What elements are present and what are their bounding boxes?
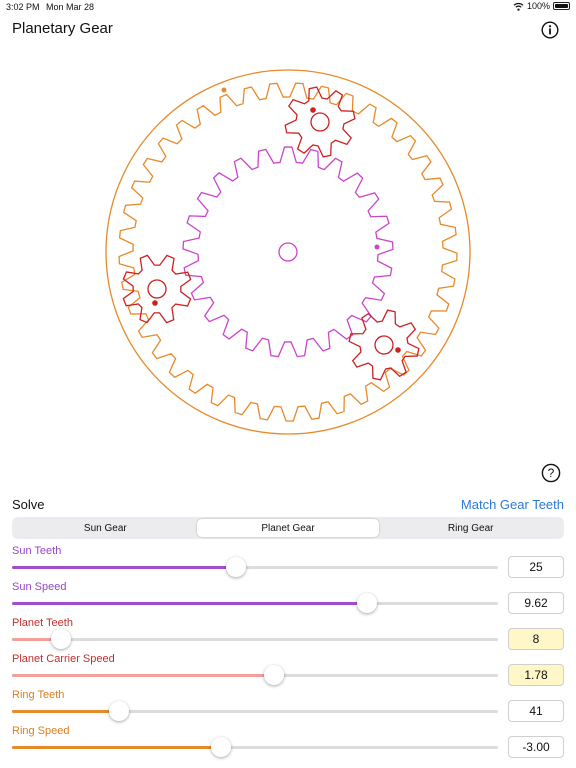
planet-gear-1-teeth	[284, 86, 356, 158]
status-right: 100%	[513, 1, 570, 11]
sun-speed-slider[interactable]	[12, 593, 498, 613]
sun-speed-label: Sun Speed	[12, 581, 67, 593]
planet-carrier-speed-value-field[interactable]: 1.78	[508, 664, 564, 686]
sun-gear-teeth	[182, 146, 394, 358]
control-row-ring-speed: Ring Speed -3.00	[0, 725, 576, 761]
ring-teeth-value-field[interactable]: 41	[508, 700, 564, 722]
info-icon[interactable]	[541, 21, 559, 39]
sun-speed-value-field[interactable]: 9.62	[508, 592, 564, 614]
solve-label: Solve	[12, 497, 45, 512]
sun-gear-hub	[278, 242, 298, 262]
planet-carrier-speed-slider[interactable]	[12, 665, 498, 685]
wifi-icon	[513, 2, 524, 11]
ring-teeth-slider[interactable]	[12, 701, 498, 721]
ring-speed-value-field[interactable]: -3.00	[508, 736, 564, 758]
planet-teeth-slider[interactable]	[12, 629, 498, 649]
segment-planet-gear[interactable]: Planet Gear	[196, 519, 380, 537]
planet-carrier-speed-slider-thumb[interactable]	[264, 665, 285, 685]
sun-teeth-value-field[interactable]: 25	[508, 556, 564, 578]
planet-gear-2-marker	[152, 300, 158, 306]
planet-gear-1-hub	[310, 112, 330, 132]
sun-speed-slider-thumb[interactable]	[356, 593, 377, 613]
battery-percent: 100%	[526, 1, 550, 11]
control-row-sun-speed: Sun Speed 9.62	[0, 581, 576, 617]
planet-gear-2-hub	[147, 279, 167, 299]
sun-gear-marker	[374, 244, 380, 250]
status-date: Mon Mar 28	[46, 2, 95, 12]
control-row-sun-teeth: Sun Teeth 25	[0, 545, 576, 581]
segment-ring-gear[interactable]: Ring Gear	[379, 519, 562, 537]
ring-gear-marker	[221, 87, 227, 93]
ring-speed-slider-fill	[12, 746, 221, 749]
planet-gear-3-hub	[374, 335, 394, 355]
control-row-planet-teeth: Planet Teeth 8	[0, 617, 576, 653]
planet-teeth-value-field[interactable]: 8	[508, 628, 564, 650]
question-icon[interactable]: ?	[541, 463, 561, 483]
status-bar: 3:02 PM Mon Mar 28 100%	[0, 0, 576, 14]
planet-gear-3-marker	[395, 347, 401, 353]
ring-speed-slider-thumb[interactable]	[210, 737, 231, 757]
ring-gear-teeth	[118, 82, 458, 422]
sun-teeth-slider-thumb[interactable]	[225, 557, 246, 577]
planetary-gear-canvas[interactable]	[0, 60, 576, 460]
planet-teeth-slider-thumb[interactable]	[50, 629, 71, 649]
segment-sun-gear[interactable]: Sun Gear	[14, 519, 197, 537]
sun-teeth-slider-fill	[12, 566, 236, 569]
planet-carrier-speed-label: Planet Carrier Speed	[12, 653, 115, 665]
sun-teeth-slider[interactable]	[12, 557, 498, 577]
sun-speed-slider-fill	[12, 602, 367, 605]
status-time: 3:02 PM	[6, 2, 40, 12]
planet-teeth-label: Planet Teeth	[12, 617, 73, 629]
sun-teeth-label: Sun Teeth	[12, 545, 62, 557]
control-row-planet-carrier-speed: Planet Carrier Speed 1.78	[0, 653, 576, 689]
page-title: Planetary Gear	[12, 20, 113, 37]
control-row-ring-teeth: Ring Teeth 41	[0, 689, 576, 725]
ring-teeth-label: Ring Teeth	[12, 689, 65, 701]
planet-gear-1-marker	[310, 107, 316, 113]
ring-speed-label: Ring Speed	[12, 725, 70, 737]
svg-text:?: ?	[548, 466, 555, 480]
ring-teeth-slider-thumb[interactable]	[108, 701, 129, 721]
match-gear-teeth-button[interactable]: Match Gear Teeth	[461, 497, 564, 512]
battery-icon	[553, 2, 570, 10]
planet-carrier-speed-slider-fill	[12, 674, 275, 677]
solve-segmented-control: Sun Gear Planet Gear Ring Gear	[12, 517, 564, 539]
ring-speed-slider[interactable]	[12, 737, 498, 757]
planet-gear-2-teeth	[122, 254, 192, 324]
ring-teeth-slider-fill	[12, 710, 119, 713]
